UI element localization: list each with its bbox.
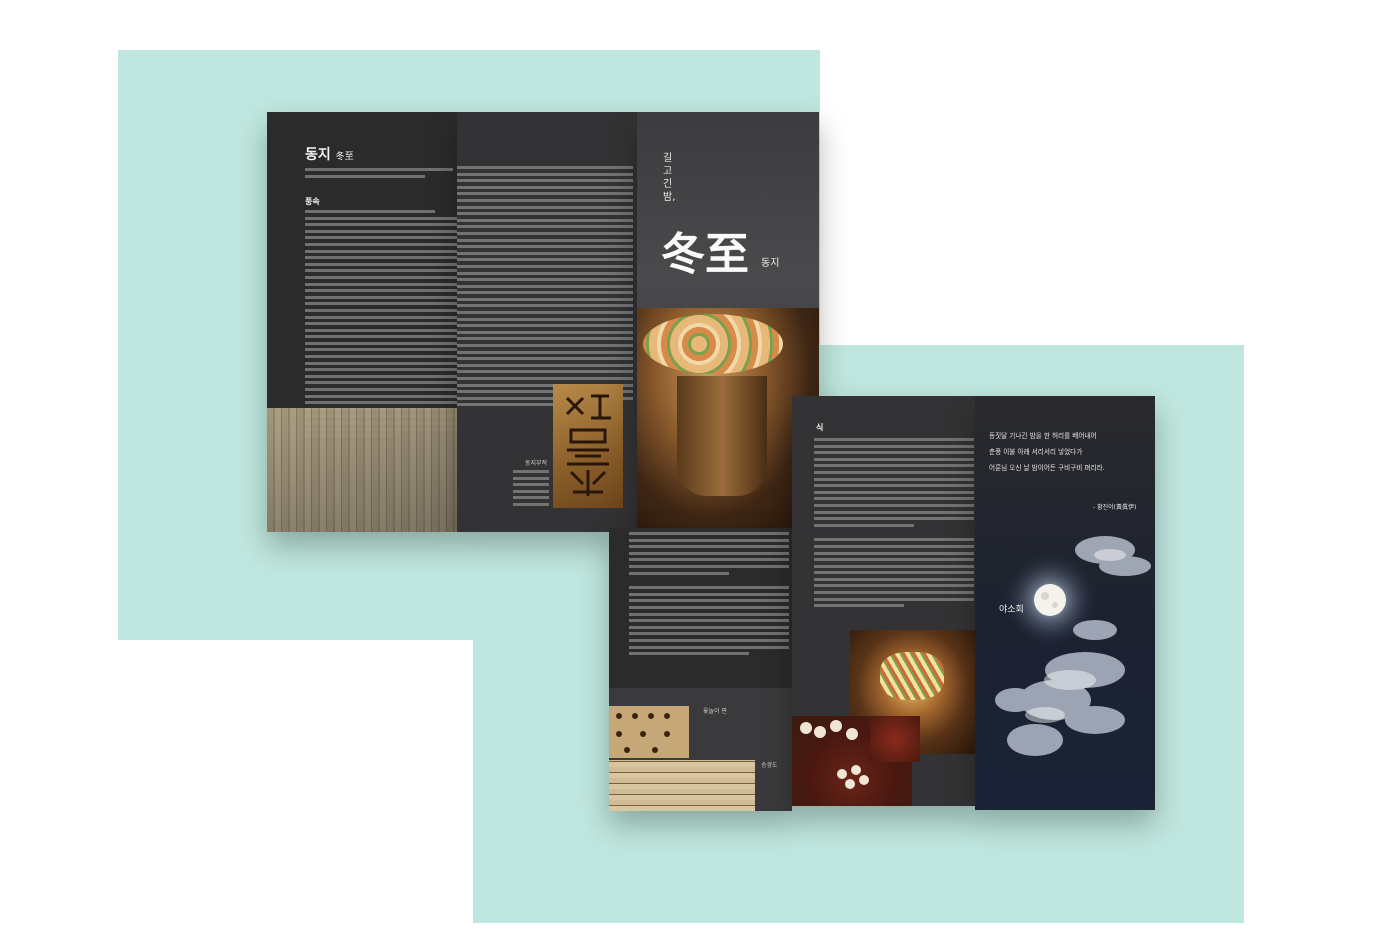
front-middle-panel: 동지부적	[457, 112, 637, 532]
front-body-text-cont	[457, 166, 633, 410]
back-left-panel: 윷놀이 판 승경도	[609, 528, 792, 811]
front-left-panel: 동지 冬至 풍속	[267, 112, 457, 532]
poem-line-1: 동짓달 기나긴 밤을 한 허리를 베어내어	[989, 432, 1097, 440]
poem-line-2: 춘풍 이불 아래 서리서리 넣었다가	[989, 448, 1083, 456]
poem-block: 동짓달 기나긴 밤을 한 허리를 베어내어 춘풍 이불 아래 서리서리 넣었다가…	[989, 428, 1153, 476]
poem-title-vertical: 야소회	[999, 605, 1024, 615]
talisman-glyph-icon	[565, 394, 611, 496]
front-section-heading: 풍속	[305, 197, 320, 206]
cover-small-title: 동지	[761, 258, 780, 269]
front-title-ko: 동지	[305, 147, 331, 163]
front-title-hanja: 冬至	[335, 152, 354, 162]
seunggyeongdo-caption: 승경도	[761, 762, 778, 769]
cover-big-title: 冬至	[661, 229, 749, 280]
moon-night-sky-illustration	[995, 536, 1151, 756]
bean-bowl-photo	[870, 716, 920, 762]
yut-board-photo	[609, 706, 689, 758]
talisman-photo	[553, 384, 623, 508]
back-middle-body-text	[814, 438, 974, 611]
poem-line-3: 어룬님 오신 날 밤이어든 구비구비 펴리라.	[989, 464, 1105, 472]
back-cover-panel: 동짓달 기나긴 밤을 한 허리를 베어내어 춘풍 이불 아래 서리서리 넣었다가…	[975, 396, 1155, 810]
front-body-text	[305, 210, 457, 441]
front-intro-text	[305, 168, 455, 181]
back-left-body-text	[629, 532, 789, 659]
old-manuscript-photo	[267, 408, 457, 532]
talisman-caption-text	[513, 470, 549, 510]
moon-icon	[1034, 584, 1066, 616]
seunggyeongdo-photo	[609, 760, 755, 811]
back-section-heading: 식	[816, 423, 824, 432]
yut-board-caption: 윷놀이 판	[703, 708, 727, 715]
talisman-caption: 동지부적	[525, 460, 548, 467]
cover-tagline: 길 고 긴 밤,	[663, 153, 676, 203]
back-middle-panel: 식	[792, 396, 975, 806]
front-title-row: 동지 冬至	[305, 144, 354, 164]
